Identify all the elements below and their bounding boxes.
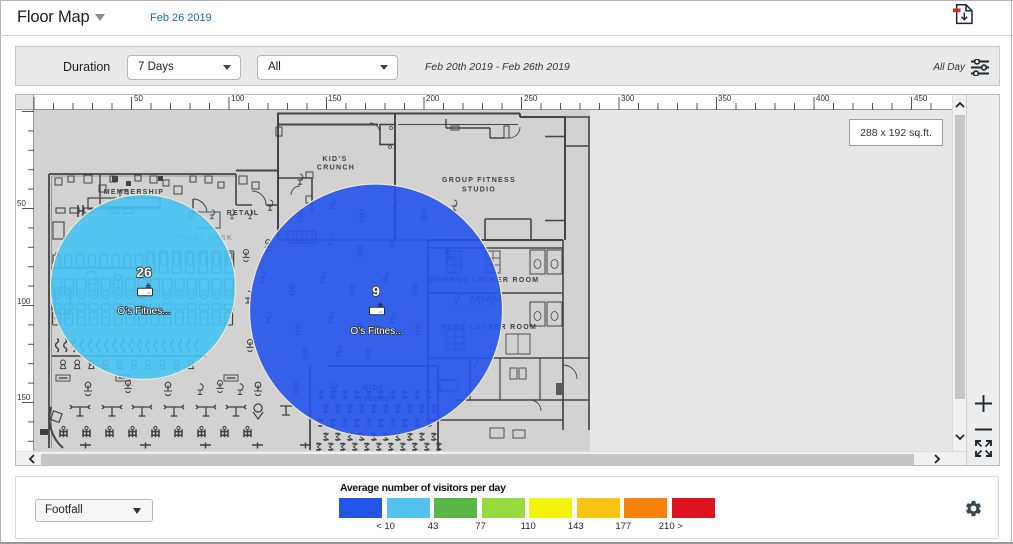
svg-text:100: 100 (17, 297, 31, 306)
svg-text:26: 26 (136, 264, 152, 280)
svg-text:50: 50 (134, 94, 143, 103)
svg-text:9: 9 (372, 283, 380, 299)
svg-text:150: 150 (17, 393, 31, 402)
svg-text:250: 250 (524, 94, 538, 103)
svg-text:O’s Fitnes...: O’s Fitnes... (350, 326, 403, 337)
svg-text:GROUP FITNESS: GROUP FITNESS (442, 177, 516, 184)
svg-text:200: 200 (426, 94, 440, 103)
svg-text:KID’S: KID’S (322, 156, 347, 163)
svg-text:300: 300 (621, 94, 635, 103)
svg-text:288 x 192 sq.ft.: 288 x 192 sq.ft. (860, 127, 932, 139)
svg-text:STUDIO: STUDIO (462, 187, 496, 194)
svg-text:CRUNCH: CRUNCH (317, 165, 355, 172)
svg-text:O’s Fitnes...: O’s Fitnes... (117, 306, 170, 317)
svg-text:100: 100 (231, 94, 245, 103)
svg-text:400: 400 (816, 94, 830, 103)
svg-text:150: 150 (328, 94, 342, 103)
svg-text:50: 50 (17, 199, 26, 208)
svg-text:350: 350 (718, 94, 732, 103)
svg-text:450: 450 (914, 94, 928, 103)
